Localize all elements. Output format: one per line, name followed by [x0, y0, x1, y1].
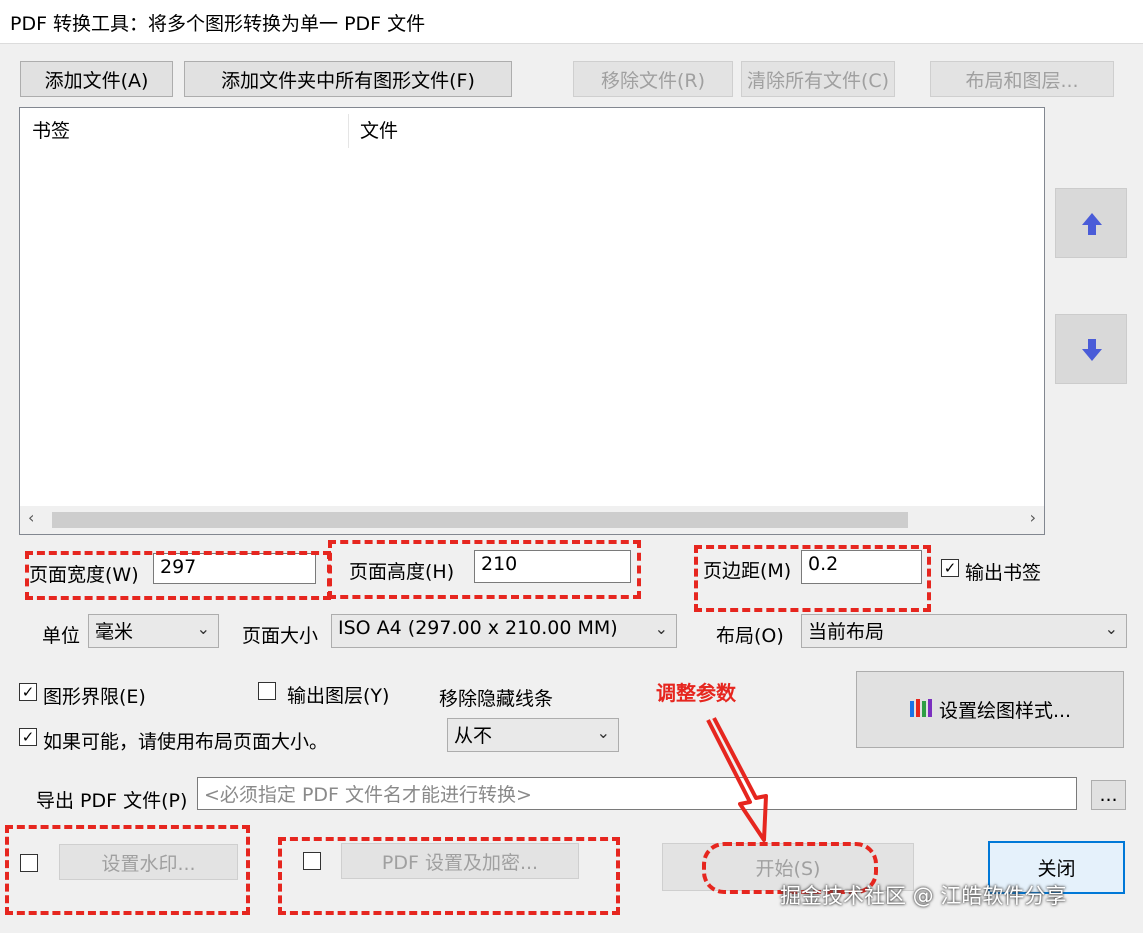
- page-size-label: 页面大小: [242, 625, 319, 647]
- annotation-arrow-icon: [706, 717, 768, 842]
- remove-file-button[interactable]: 移除文件(R): [573, 61, 733, 97]
- column-header-bookmark[interactable]: 书签: [32, 116, 70, 143]
- plot-style-label: 设置绘图样式...: [938, 700, 1072, 722]
- layout-value: 当前布局: [808, 621, 885, 643]
- export-pdf-label: 导出 PDF 文件(P): [36, 790, 188, 812]
- chevron-down-icon: ⌄: [196, 619, 210, 638]
- scroll-thumb[interactable]: [52, 512, 908, 528]
- column-header-file[interactable]: 文件: [360, 116, 398, 143]
- add-folder-button[interactable]: 添加文件夹中所有图形文件(F): [184, 61, 512, 97]
- move-up-button[interactable]: [1055, 188, 1127, 258]
- output-bookmarks-checkbox[interactable]: ✓: [941, 559, 959, 577]
- layouts-and-layers-button[interactable]: 布局和图层...: [930, 61, 1114, 97]
- extents-label: 图形界限(E): [43, 686, 146, 708]
- horizontal-scrollbar[interactable]: ‹ ›: [20, 506, 1044, 534]
- plot-style-button[interactable]: 设置绘图样式...: [856, 671, 1124, 748]
- file-list[interactable]: 书签 文件 ‹ ›: [19, 107, 1045, 535]
- output-layers-checkbox[interactable]: [258, 682, 276, 700]
- chevron-down-icon: ⌄: [654, 619, 668, 638]
- column-separator[interactable]: [348, 114, 349, 148]
- browse-button[interactable]: ...: [1091, 780, 1126, 810]
- annotation-label: 调整参数: [656, 681, 736, 705]
- scroll-right-icon[interactable]: ›: [1030, 508, 1036, 527]
- chevron-down-icon: ⌄: [1104, 619, 1118, 638]
- window-title: PDF 转换工具：将多个图形转换为单一 PDF 文件: [10, 13, 426, 35]
- layout-select[interactable]: 当前布局 ⌄: [801, 614, 1127, 648]
- annotation-box-watermark: [5, 825, 250, 915]
- check-icon: ✓: [21, 727, 35, 746]
- remove-hidden-lines-value: 从不: [454, 725, 493, 747]
- check-icon: ✓: [943, 558, 957, 577]
- page-size-select[interactable]: ISO A4 (297.00 x 210.00 MM) ⌄: [331, 614, 677, 648]
- plot-style-icon: [909, 698, 932, 717]
- annotation-box-height: [328, 540, 641, 599]
- output-layers-label: 输出图层(Y): [287, 685, 390, 707]
- move-down-button[interactable]: [1055, 314, 1127, 384]
- annotation-box-width: [25, 551, 331, 600]
- remove-hidden-lines-select[interactable]: 从不 ⌄: [447, 718, 619, 752]
- arrow-down-icon: [1082, 339, 1102, 361]
- check-icon: ✓: [21, 682, 35, 701]
- extents-checkbox[interactable]: ✓: [19, 683, 37, 701]
- annotation-box-margin: [694, 545, 931, 612]
- watermark-text: 掘金技术社区 @ 江皓软件分享: [780, 884, 1067, 908]
- arrow-up-icon: [1082, 213, 1102, 235]
- use-layout-size-checkbox[interactable]: ✓: [19, 728, 37, 746]
- use-layout-size-label: 如果可能，请使用布局页面大小。: [43, 731, 329, 753]
- chevron-down-icon: ⌄: [596, 723, 610, 742]
- output-bookmarks-label: 输出书签: [965, 562, 1042, 584]
- unit-select[interactable]: 毫米 ⌄: [88, 614, 219, 648]
- add-file-button[interactable]: 添加文件(A): [20, 61, 173, 97]
- export-pdf-input[interactable]: <必须指定 PDF 文件名才能进行转换>: [197, 777, 1077, 810]
- unit-label: 单位: [42, 625, 81, 647]
- title-bar: PDF 转换工具：将多个图形转换为单一 PDF 文件: [0, 0, 1143, 44]
- clear-all-button[interactable]: 清除所有文件(C): [741, 61, 895, 97]
- annotation-box-security: [278, 837, 620, 915]
- page-size-value: ISO A4 (297.00 x 210.00 MM): [338, 617, 618, 639]
- remove-hidden-lines-label: 移除隐藏线条: [439, 688, 554, 710]
- layout-label: 布局(O): [716, 625, 784, 647]
- scroll-left-icon[interactable]: ‹: [28, 508, 34, 527]
- unit-value: 毫米: [95, 621, 134, 643]
